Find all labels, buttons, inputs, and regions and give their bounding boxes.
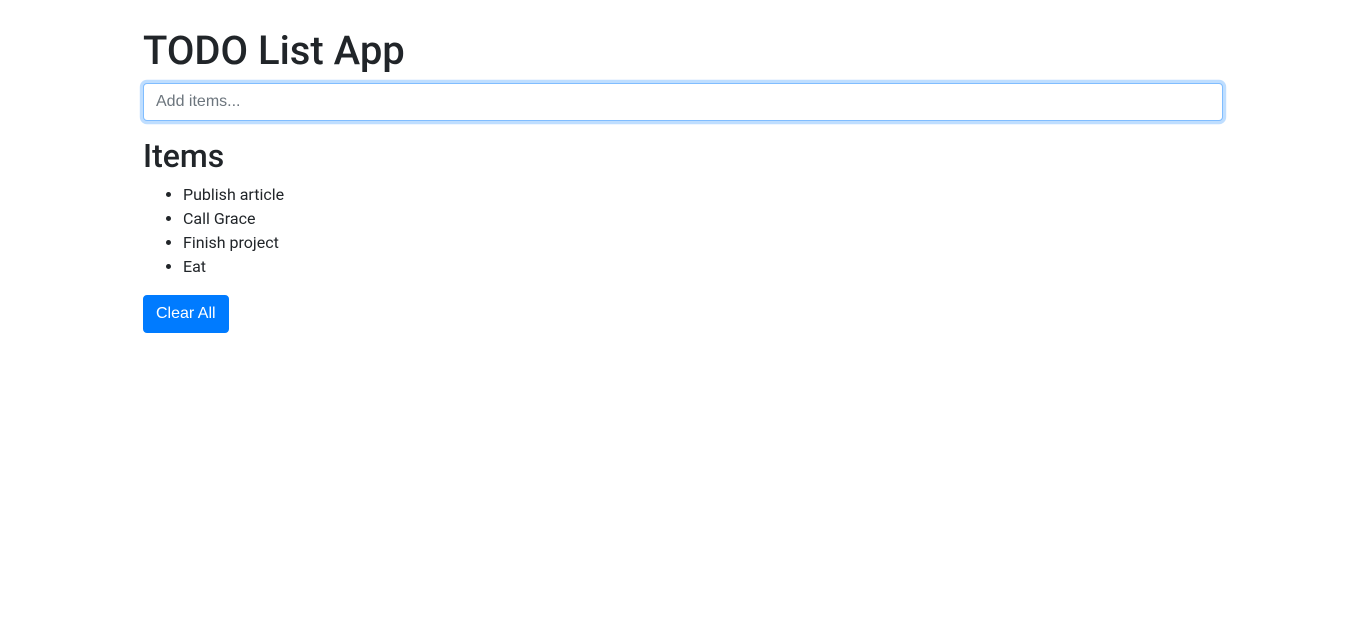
- items-heading: Items: [143, 137, 1223, 175]
- app-title: TODO List App: [143, 27, 1223, 75]
- list-item: Eat: [183, 255, 1223, 279]
- list-item: Call Grace: [183, 207, 1223, 231]
- items-list: Publish article Call Grace Finish projec…: [143, 183, 1223, 279]
- add-item-form: [143, 83, 1223, 121]
- add-item-input[interactable]: [143, 83, 1223, 121]
- clear-all-button[interactable]: Clear All: [143, 295, 229, 333]
- list-item: Finish project: [183, 231, 1223, 255]
- list-item: Publish article: [183, 183, 1223, 207]
